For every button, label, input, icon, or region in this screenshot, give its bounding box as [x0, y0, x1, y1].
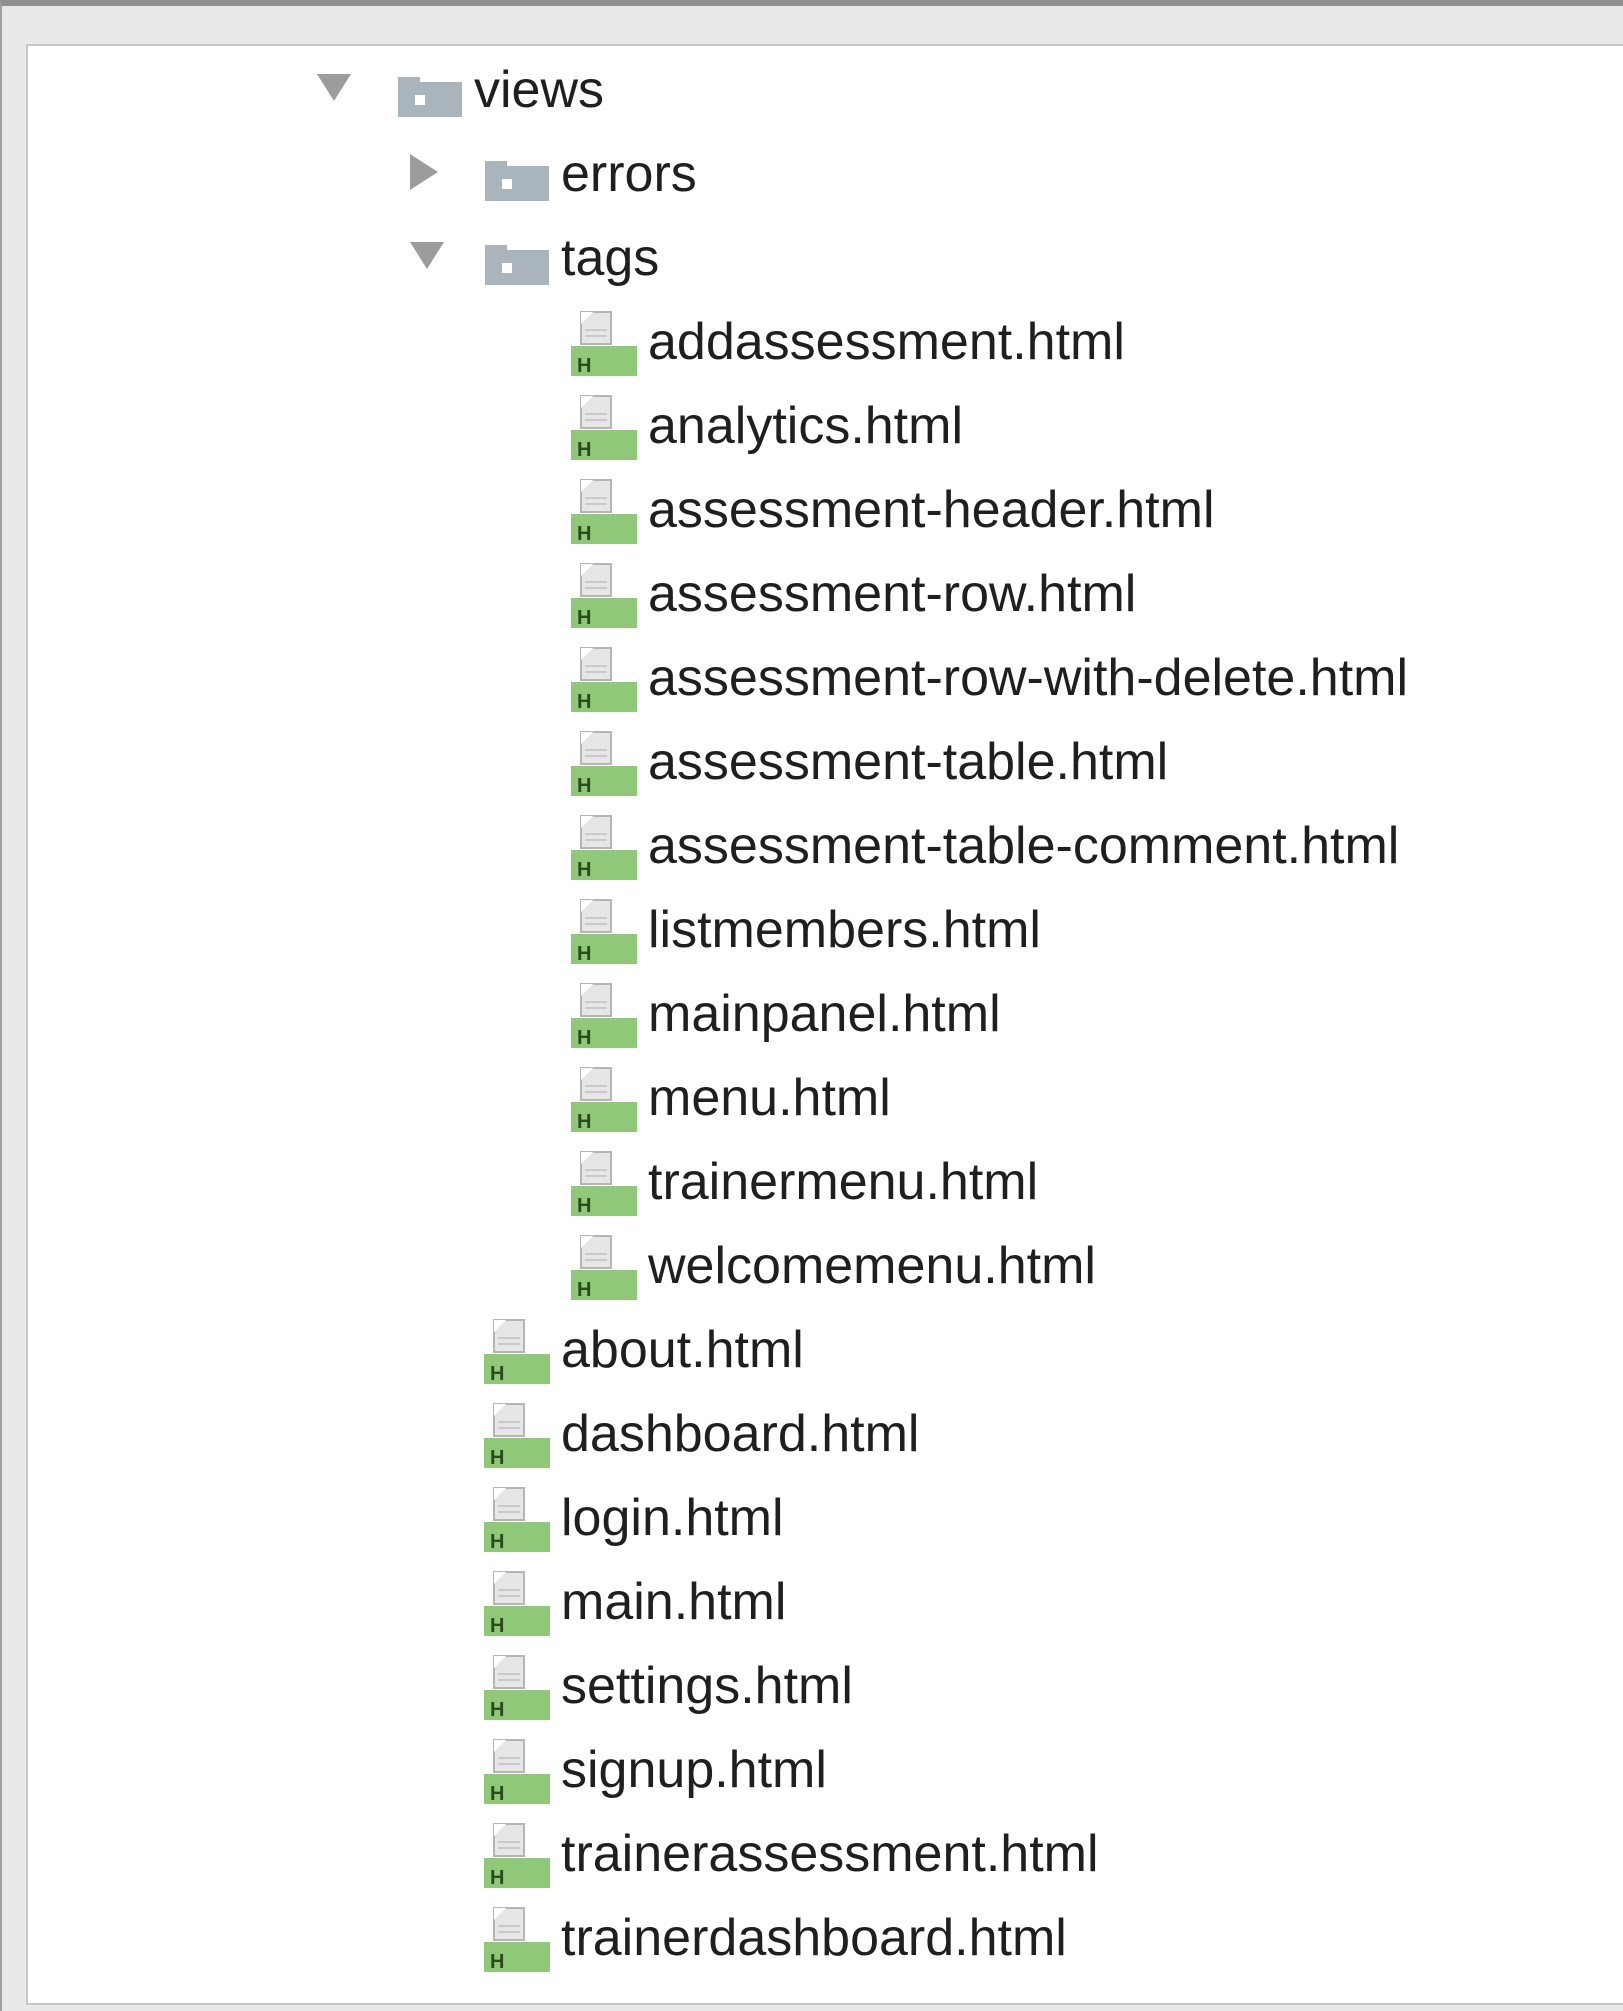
file-label: settings.html: [561, 1657, 853, 1715]
tree-file-assessment-table-comment[interactable]: Hassessment-table-comment.html: [28, 804, 1623, 888]
tree-file-signup[interactable]: Hsignup.html: [28, 1728, 1623, 1812]
tree-file-assessment-header[interactable]: Hassessment-header.html: [28, 468, 1623, 552]
project-window: views errors tags Haddassessment.html Hanaly…: [0, 0, 1623, 2011]
svg-text:H: H: [490, 1447, 504, 1468]
file-tree: views errors tags Haddassessment.html Hanaly…: [28, 46, 1623, 2003]
tree-folder-views[interactable]: views: [28, 48, 1623, 132]
svg-text:H: H: [577, 1027, 591, 1048]
html-file-icon: H: [571, 1234, 637, 1301]
file-label: trainerassessment.html: [561, 1825, 1099, 1883]
tree-file-listmembers[interactable]: Hlistmembers.html: [28, 888, 1623, 972]
file-label: dashboard.html: [561, 1405, 920, 1463]
file-label: assessment-table-comment.html: [648, 817, 1400, 875]
file-label: main.html: [561, 1573, 787, 1631]
tree-file-about[interactable]: Habout.html: [28, 1308, 1623, 1392]
file-label: about.html: [561, 1321, 804, 1379]
collapsed-arrow-icon[interactable]: [410, 154, 438, 190]
expanded-arrow-icon[interactable]: [410, 242, 444, 269]
html-file-icon: H: [484, 1906, 550, 1973]
svg-text:H: H: [577, 607, 591, 628]
svg-text:H: H: [490, 1531, 504, 1552]
svg-text:H: H: [577, 943, 591, 964]
tree-file-settings[interactable]: Hsettings.html: [28, 1644, 1623, 1728]
tree-file-assessment-table[interactable]: Hassessment-table.html: [28, 720, 1623, 804]
html-file-icon: H: [571, 562, 637, 629]
html-file-icon: H: [571, 1150, 637, 1217]
html-file-icon: H: [484, 1570, 550, 1637]
html-file-icon: H: [571, 1066, 637, 1133]
tree-file-assessment-row-with-delete[interactable]: Hassessment-row-with-delete.html: [28, 636, 1623, 720]
svg-text:H: H: [577, 691, 591, 712]
folder-icon: [485, 154, 549, 201]
file-label: menu.html: [648, 1069, 891, 1127]
svg-text:H: H: [490, 1867, 504, 1888]
folder-icon: [398, 70, 462, 117]
svg-text:H: H: [490, 1363, 504, 1384]
tree-file-dashboard[interactable]: Hdashboard.html: [28, 1392, 1623, 1476]
svg-text:H: H: [577, 439, 591, 460]
html-file-icon: H: [484, 1738, 550, 1805]
file-label: signup.html: [561, 1741, 827, 1799]
html-file-icon: H: [484, 1654, 550, 1721]
file-label: login.html: [561, 1489, 784, 1547]
tree-file-trainermenu[interactable]: Htrainermenu.html: [28, 1140, 1623, 1224]
tree-file-main[interactable]: Hmain.html: [28, 1560, 1623, 1644]
tree-folder-errors[interactable]: errors: [28, 132, 1623, 216]
html-file-icon: H: [571, 646, 637, 713]
svg-text:H: H: [490, 1699, 504, 1720]
tree-folder-tags[interactable]: tags: [28, 216, 1623, 300]
project-tree-panel: views errors tags Haddassessment.html Hanaly…: [26, 44, 1623, 2005]
html-file-icon: H: [571, 310, 637, 377]
svg-text:H: H: [577, 859, 591, 880]
file-label: mainpanel.html: [648, 985, 1001, 1043]
html-file-icon: H: [571, 898, 637, 965]
file-label: assessment-row-with-delete.html: [648, 649, 1409, 707]
svg-text:H: H: [490, 1951, 504, 1972]
file-label: trainerdashboard.html: [561, 1909, 1067, 1967]
file-label: assessment-table.html: [648, 733, 1169, 791]
html-file-icon: H: [484, 1486, 550, 1553]
tree-file-welcomemenu[interactable]: Hwelcomemenu.html: [28, 1224, 1623, 1308]
svg-text:H: H: [577, 1195, 591, 1216]
expanded-arrow-icon[interactable]: [317, 74, 351, 101]
svg-text:H: H: [577, 355, 591, 376]
file-label: welcomemenu.html: [648, 1237, 1096, 1295]
file-label: analytics.html: [648, 397, 963, 455]
tree-file-trainerdashboard[interactable]: Htrainerdashboard.html: [28, 1896, 1623, 1980]
html-file-icon: H: [571, 478, 637, 545]
svg-text:H: H: [577, 523, 591, 544]
tree-file-mainpanel[interactable]: Hmainpanel.html: [28, 972, 1623, 1056]
tree-file-menu[interactable]: Hmenu.html: [28, 1056, 1623, 1140]
file-label: assessment-header.html: [648, 481, 1215, 539]
folder-icon: [485, 238, 549, 285]
folder-label: views: [474, 61, 605, 119]
tree-file-assessment-row[interactable]: Hassessment-row.html: [28, 552, 1623, 636]
html-file-icon: H: [484, 1822, 550, 1889]
svg-text:H: H: [577, 775, 591, 796]
html-file-icon: H: [571, 394, 637, 461]
file-label: addassessment.html: [648, 313, 1125, 371]
html-file-icon: H: [484, 1402, 550, 1469]
file-label: assessment-row.html: [648, 565, 1137, 623]
tree-file-trainerassessment[interactable]: Htrainerassessment.html: [28, 1812, 1623, 1896]
html-file-icon: H: [484, 1318, 550, 1385]
html-file-icon: H: [571, 982, 637, 1049]
html-file-icon: H: [571, 730, 637, 797]
svg-text:H: H: [490, 1615, 504, 1636]
svg-text:H: H: [577, 1279, 591, 1300]
tree-file-analytics[interactable]: Hanalytics.html: [28, 384, 1623, 468]
file-label: listmembers.html: [648, 901, 1041, 959]
file-label: trainermenu.html: [648, 1153, 1039, 1211]
folder-label: errors: [561, 145, 697, 203]
html-file-icon: H: [571, 814, 637, 881]
tree-file-addassessment[interactable]: Haddassessment.html: [28, 300, 1623, 384]
svg-text:H: H: [490, 1783, 504, 1804]
folder-label: tags: [561, 229, 660, 287]
tree-file-login[interactable]: Hlogin.html: [28, 1476, 1623, 1560]
svg-text:H: H: [577, 1111, 591, 1132]
